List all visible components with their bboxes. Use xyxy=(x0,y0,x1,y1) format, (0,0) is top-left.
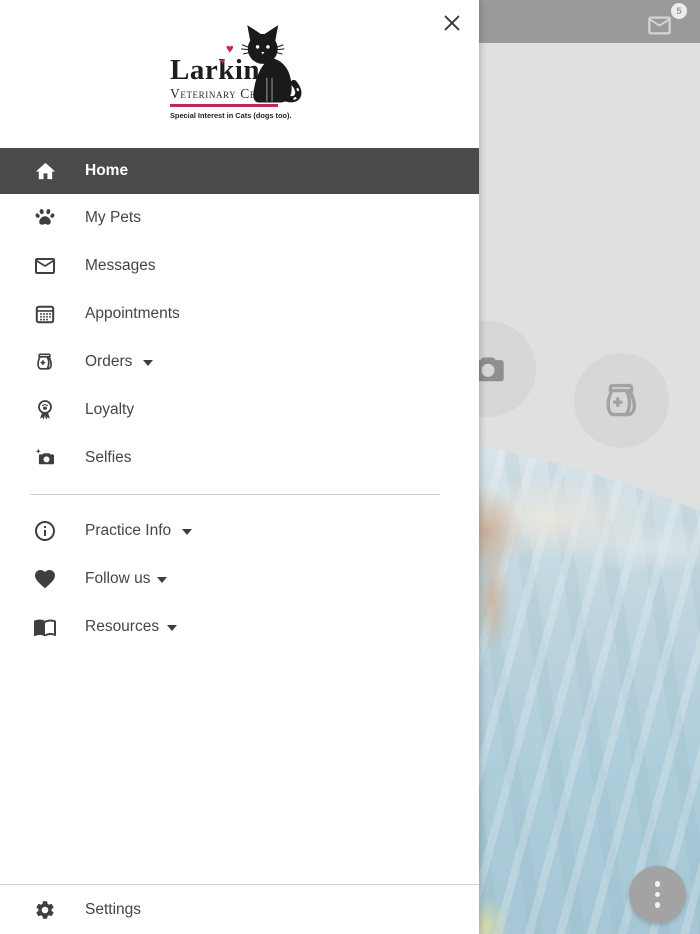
heart-icon xyxy=(33,567,57,591)
nav-item-label: Resources xyxy=(85,618,160,635)
nav-item-label: Messages xyxy=(85,257,156,274)
nav-item-label: Follow us xyxy=(85,570,151,587)
drawer-secondary-menu: Practice Info Follow us Resources xyxy=(0,507,479,651)
close-icon[interactable] xyxy=(437,9,467,39)
more-options-fab[interactable] xyxy=(629,866,686,923)
nav-item-label: Appointments xyxy=(85,305,180,322)
app-screen: 5 ♥ ♥ Larkin Veterinary Center Special I… xyxy=(0,0,700,934)
nav-item-label: Settings xyxy=(85,900,142,918)
messages-header-button[interactable]: 5 xyxy=(646,3,687,39)
clinic-logo: ♥ ♥ Larkin Veterinary Center Special Int… xyxy=(170,14,310,134)
chevron-down-icon xyxy=(157,577,168,583)
chevron-down-icon xyxy=(167,625,178,631)
nav-item-follow-us[interactable]: Follow us xyxy=(0,555,479,603)
menu-divider xyxy=(30,494,440,495)
nav-item-label: Practice Info xyxy=(85,522,172,539)
heart-icon: ♥ xyxy=(220,56,226,66)
nav-item-settings[interactable]: Settings xyxy=(0,884,479,934)
nav-item-practice-info[interactable]: Practice Info xyxy=(0,507,479,555)
envelope-icon xyxy=(33,254,57,278)
nav-item-home[interactable]: Home xyxy=(0,148,479,194)
unread-badge: 5 xyxy=(671,3,687,19)
kebab-menu-icon xyxy=(654,881,661,887)
orders-shortcut-circle[interactable] xyxy=(574,353,669,448)
nav-item-label: Orders xyxy=(85,353,133,370)
camera-star-icon xyxy=(33,446,57,470)
nav-item-appointments[interactable]: Appointments xyxy=(0,290,479,338)
info-icon xyxy=(33,519,57,543)
nav-item-loyalty[interactable]: Loyalty xyxy=(0,386,479,434)
nav-item-my-pets[interactable]: My Pets xyxy=(0,194,479,242)
mail-icon xyxy=(648,16,671,35)
chevron-down-icon xyxy=(143,360,154,366)
nav-item-orders[interactable]: Orders xyxy=(0,338,479,386)
black-cat-icon xyxy=(241,25,302,103)
chevron-down-icon xyxy=(182,529,193,535)
medal-paw-icon xyxy=(33,398,57,422)
home-icon xyxy=(33,159,57,183)
nav-item-label: Loyalty xyxy=(85,401,135,418)
open-book-icon xyxy=(33,615,57,639)
navigation-drawer: ♥ ♥ Larkin Veterinary Center Special Int… xyxy=(0,0,479,934)
calendar-icon xyxy=(33,302,57,326)
nav-item-label: Selfies xyxy=(85,449,132,466)
pet-food-bag-icon xyxy=(33,350,57,374)
gear-icon xyxy=(33,898,57,922)
nav-item-resources[interactable]: Resources xyxy=(0,603,479,651)
heart-icon: ♥ xyxy=(226,41,234,56)
nav-item-selfies[interactable]: Selfies xyxy=(0,434,479,482)
nav-item-label: Home xyxy=(85,162,129,179)
pet-food-bag-icon xyxy=(606,383,636,416)
drawer-menu: Home My Pets Messages Appointments Order… xyxy=(0,148,479,482)
nav-item-label: My Pets xyxy=(85,209,141,226)
paw-icon xyxy=(33,206,57,230)
nav-item-messages[interactable]: Messages xyxy=(0,242,479,290)
